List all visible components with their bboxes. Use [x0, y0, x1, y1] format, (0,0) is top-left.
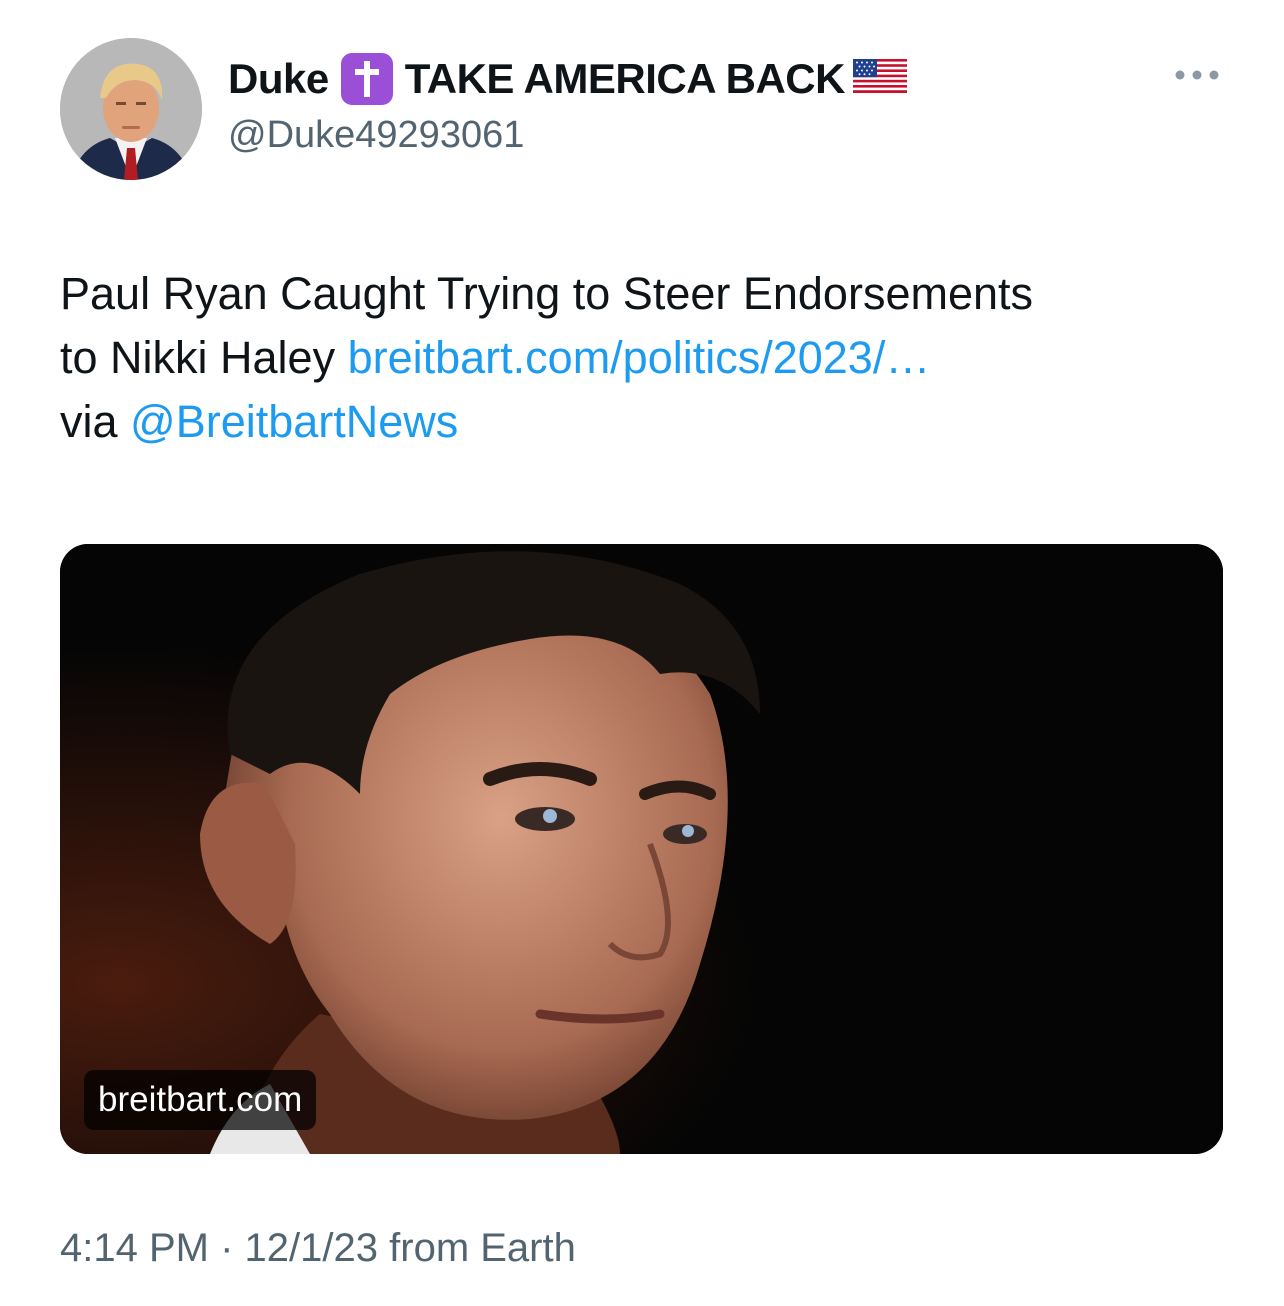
tweet-text-line-1: Paul Ryan Caught Trying to Steer Endorse…	[60, 268, 1034, 319]
tweet-meta: 4:14 PM · 12/1/23 from Earth	[60, 1226, 576, 1271]
article-link[interactable]: breitbart.com/politics/2023/…	[348, 332, 931, 383]
meta-separator: ·	[220, 1226, 234, 1270]
tweet-text-prefix: to Nikki Haley	[60, 332, 348, 383]
author-handle[interactable]: @Duke49293061	[228, 114, 524, 157]
link-card[interactable]: breitbart.com	[60, 544, 1223, 1154]
tweet-date[interactable]: 12/1/23	[245, 1226, 378, 1270]
avatar[interactable]	[60, 38, 202, 180]
tweet-time[interactable]: 4:14 PM	[60, 1226, 209, 1270]
card-domain-label: breitbart.com	[84, 1070, 317, 1130]
via-label: via	[60, 396, 131, 447]
us-flag-icon	[852, 55, 907, 103]
tweet-text-line-2: to Nikki Haley breitbart.com/politics/20…	[60, 326, 1240, 390]
more-dots-icon	[1175, 70, 1219, 80]
more-options-button[interactable]	[1172, 60, 1222, 90]
mention-link[interactable]: @BreitbartNews	[130, 396, 458, 447]
avatar-image	[60, 38, 202, 180]
tweet-source: from Earth	[389, 1226, 576, 1270]
display-name-first: Duke	[228, 55, 329, 102]
card-photo	[60, 544, 1223, 1154]
display-name-rest: TAKE AMERICA BACK	[404, 55, 846, 102]
tweet-text: Paul Ryan Caught Trying to Steer Endorse…	[60, 262, 1240, 454]
latin-cross-icon	[340, 53, 393, 105]
tweet-text-line-3: via @BreitbartNews	[60, 390, 1240, 454]
author-display-name[interactable]: Duke TAKE AMERICA BACK	[228, 52, 907, 106]
